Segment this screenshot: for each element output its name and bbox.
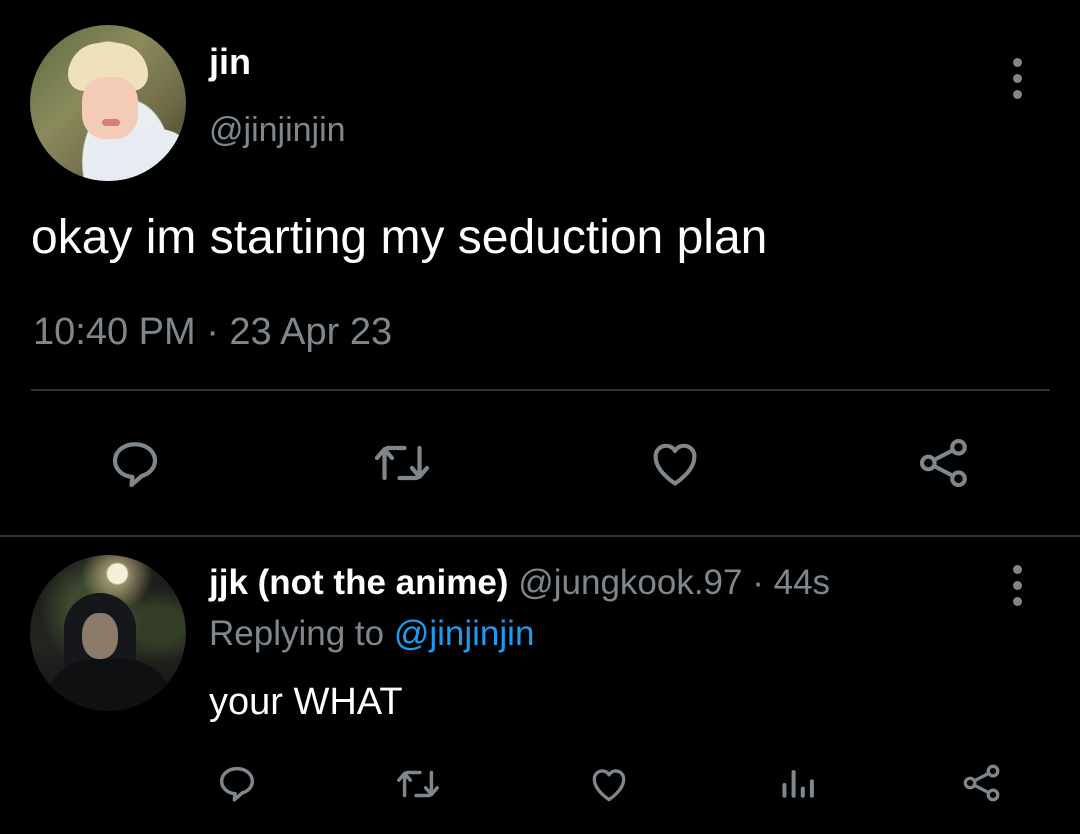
retweet-icon[interactable]: [390, 760, 446, 808]
reply-icon[interactable]: [102, 430, 168, 496]
replying-to-label: Replying to: [209, 614, 394, 653]
user-handle[interactable]: @jungkook.97: [518, 563, 742, 602]
tweet-text: your WHAT: [209, 681, 403, 723]
share-icon[interactable]: [958, 758, 1006, 808]
tweet-separator: [0, 535, 1080, 537]
replying-to-handle[interactable]: @jinjinjin: [394, 614, 535, 653]
display-name[interactable]: jjk (not the anime): [209, 563, 508, 602]
like-icon[interactable]: [642, 432, 708, 494]
tweet-timestamp[interactable]: 10:40 PM · 23 Apr 23: [33, 310, 392, 354]
display-name[interactable]: jin: [209, 42, 251, 82]
main-tweet: jin @jinjinjin okay im starting my seduc…: [0, 0, 1080, 536]
analytics-icon[interactable]: [774, 758, 822, 808]
tweet-text: okay im starting my seduction plan: [31, 211, 768, 264]
share-icon[interactable]: [912, 432, 976, 494]
more-options-icon[interactable]: [1007, 565, 1027, 606]
reply-header: jjk (not the anime) @jungkook.97 · 44s: [209, 563, 830, 603]
reply-icon[interactable]: [212, 758, 262, 808]
user-handle[interactable]: @jinjinjin: [209, 110, 346, 150]
avatar[interactable]: [30, 555, 186, 711]
more-options-icon[interactable]: [1007, 58, 1027, 99]
replying-to: Replying to @jinjinjin: [209, 614, 534, 654]
meta-separator: ·: [742, 563, 774, 602]
divider: [31, 389, 1050, 391]
like-icon[interactable]: [584, 760, 634, 808]
tweet-time[interactable]: 44s: [774, 563, 830, 602]
avatar[interactable]: [30, 25, 186, 181]
retweet-icon[interactable]: [365, 430, 439, 496]
